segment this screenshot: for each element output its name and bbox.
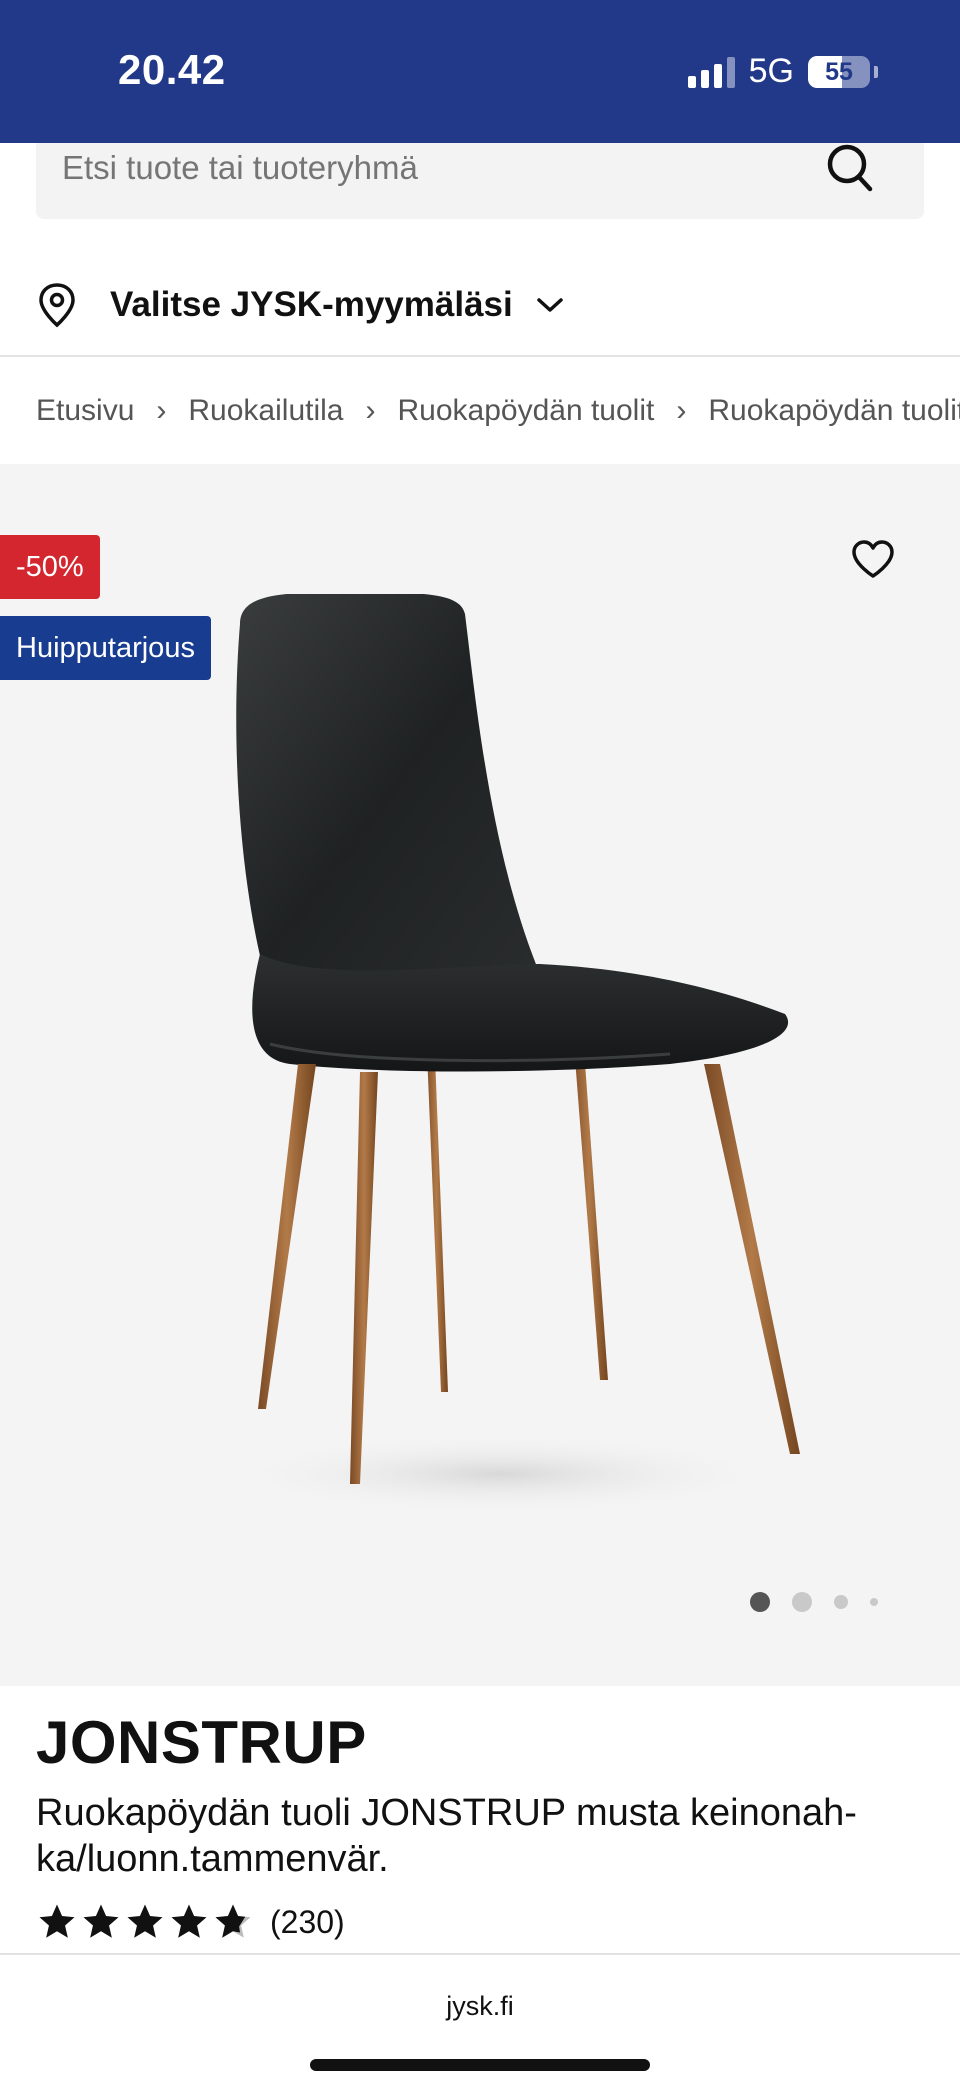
breadcrumb: Etusivu › Ruokailutila › Ruokapöydän tuo… [36,390,960,432]
product-title: JONSTRUP [36,1709,367,1776]
product-gallery[interactable]: -50% Huipputarjous [0,464,960,1686]
battery-level: 55 [825,57,853,86]
star-icon [127,1904,163,1938]
breadcrumb-item-ruokailutila[interactable]: Ruokailutila [188,394,343,428]
star-icon [39,1904,75,1938]
star-icon [171,1904,207,1938]
product-description: Ruokapöydän tuoli JONSTRUP musta keinona… [36,1792,857,1880]
search-bar[interactable] [36,143,924,219]
browser-url-bar[interactable]: jysk.fi [0,1953,960,2081]
pagination-dot[interactable] [870,1598,878,1606]
star-icon [83,1904,119,1938]
pagination-dot[interactable] [792,1592,812,1612]
url-text[interactable]: jysk.fi [0,1991,960,2022]
home-indicator[interactable] [310,2059,650,2071]
cellular-signal-icon [687,56,735,88]
breadcrumb-item-etusivu[interactable]: Etusivu [36,394,134,428]
deal-badge: Huipputarjous [0,616,211,680]
half-star-icon [215,1904,251,1938]
location-pin-icon [39,283,75,328]
heart-icon[interactable] [850,538,896,580]
network-type: 5G [748,52,794,90]
search-input[interactable] [62,143,822,193]
status-bar: 20.42 5G 55 [0,0,960,143]
breadcrumb-separator: › [365,394,376,427]
status-indicators: 5G 55 [687,52,878,91]
breadcrumb-item-ruokapoydan-tuolit[interactable]: Ruokapöydän tuolit [397,394,654,428]
gallery-pagination [750,1592,878,1612]
status-time: 20.42 [118,46,226,93]
review-count: (230) [270,1903,345,1940]
pagination-dot-active[interactable] [750,1592,770,1612]
discount-badge: -50% [0,535,100,599]
chevron-down-icon [537,298,563,312]
breadcrumb-item-current[interactable]: Ruokapöydän tuolit [708,394,960,428]
breadcrumb-separator: › [156,394,167,427]
battery-cap [874,65,878,78]
store-selector-label: Valitse JYSK-myymäläsi [110,285,513,324]
divider [0,355,960,357]
search-icon[interactable] [826,143,874,195]
store-selector[interactable]: Valitse JYSK-myymäläsi [36,275,565,335]
product-rating[interactable]: (230) [36,1900,345,1944]
product-image [220,594,800,1514]
pagination-dot[interactable] [834,1595,848,1609]
breadcrumb-separator: › [676,394,687,427]
battery-icon: 55 [808,55,870,88]
